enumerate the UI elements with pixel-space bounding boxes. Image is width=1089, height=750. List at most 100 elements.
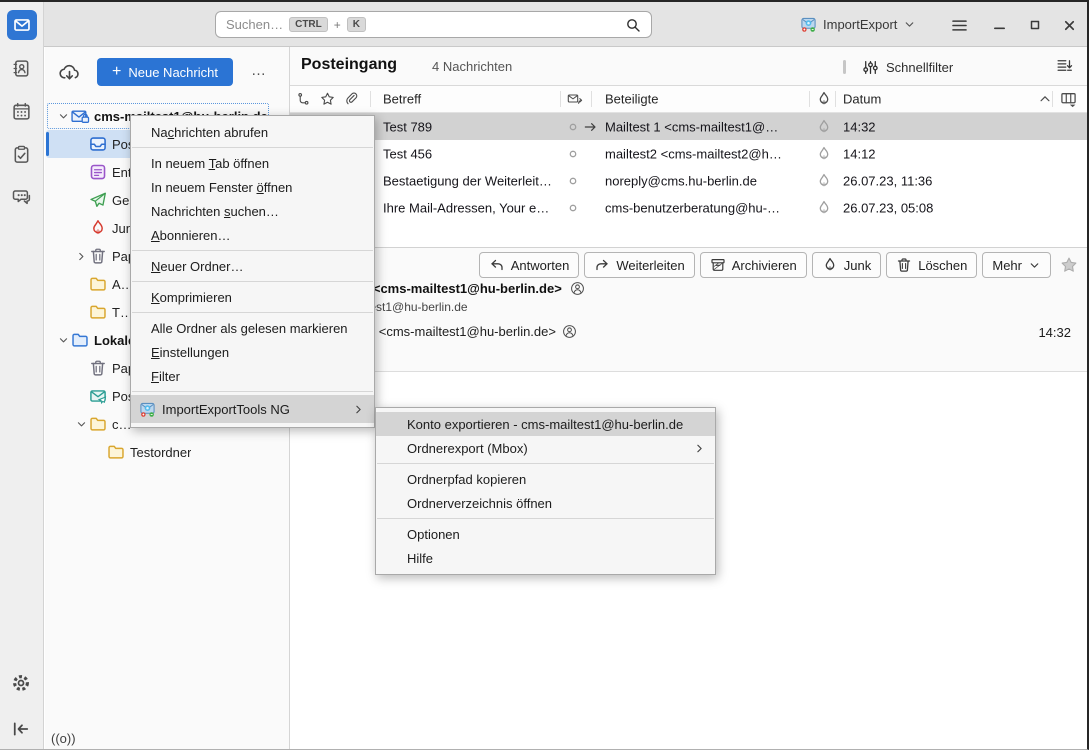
sent-icon bbox=[89, 191, 108, 209]
message-subject: Ihre Mail-Adressen, Your e… bbox=[383, 200, 549, 215]
folder-pane-options-button[interactable]: … bbox=[245, 59, 273, 81]
junkgrey-icon bbox=[822, 257, 838, 273]
column-header-date[interactable]: Datum bbox=[843, 92, 881, 107]
menu-item-label: In neuem Tab öffnen bbox=[151, 156, 269, 171]
star-column-icon[interactable] bbox=[320, 92, 335, 107]
message-row-test-456[interactable]: Test 456mailtest2 <cms-mailtest2@h…14:12 bbox=[290, 140, 1087, 167]
message-pane: AntwortenWeiterleitenArchivieren Junk Lösc… bbox=[290, 247, 1087, 372]
menu-item-importexporttools-ng[interactable]: ImportExportTools NG bbox=[131, 395, 374, 423]
space-calendar[interactable] bbox=[7, 96, 37, 126]
column-picker-icon[interactable] bbox=[1060, 91, 1077, 108]
message-list-display-options-icon[interactable] bbox=[1056, 57, 1073, 74]
window-close-button[interactable] bbox=[1058, 14, 1080, 36]
action-löschen[interactable]: Löschen bbox=[886, 252, 977, 278]
thread-column-icon[interactable] bbox=[296, 92, 311, 107]
action-label: Junk bbox=[844, 258, 871, 273]
titlebar: Suchen… CTRL + K ImportExport bbox=[0, 2, 1087, 47]
window-minimize-button[interactable] bbox=[988, 14, 1010, 36]
importexport-icon bbox=[800, 16, 817, 33]
menu-item-ordnerexport-mbox[interactable]: Ordnerexport (Mbox) bbox=[376, 436, 715, 460]
menu-item-filter[interactable]: Filter bbox=[131, 364, 374, 388]
message-correspondent: Mailtest 1 <cms-mailtest1@… bbox=[605, 119, 778, 134]
menu-item-in-neuem-tab-öffnen[interactable]: In neuem Tab öffnen bbox=[131, 151, 374, 175]
menu-item-konto-exportieren-cms-mailtest1-hu-berlin-de[interactable]: Konto exportieren - cms-mailtest1@hu-ber… bbox=[376, 412, 715, 436]
space-settings[interactable] bbox=[11, 673, 31, 693]
message-action-bar: AntwortenWeiterleitenArchivieren Junk Lösc… bbox=[479, 252, 1051, 278]
app-menu-button[interactable] bbox=[948, 14, 970, 36]
junk-toggle-icon[interactable] bbox=[816, 173, 832, 189]
menu-item-alle-ordner-als-gelesen-markieren[interactable]: Alle Ordner als gelesen markieren bbox=[131, 316, 374, 340]
status-indicator: ((o)) bbox=[51, 731, 76, 746]
toolbar-separator bbox=[843, 60, 846, 74]
message-correspondent: noreply@cms.hu-berlin.de bbox=[605, 173, 757, 188]
column-header-correspondents[interactable]: Beteiligte bbox=[605, 92, 658, 107]
global-search-input[interactable]: Suchen… CTRL + K bbox=[215, 11, 652, 38]
space-collapse-spaces[interactable] bbox=[11, 719, 31, 739]
menu-item-nachrichten-abrufen[interactable]: Nachrichten abrufen bbox=[131, 120, 374, 144]
menu-item-hilfe[interactable]: Hilfe bbox=[376, 546, 715, 570]
menu-separator bbox=[377, 463, 714, 464]
draft-icon bbox=[89, 163, 108, 181]
menu-item-in-neuem-fenster-öffnen[interactable]: In neuem Fenster öffnen bbox=[131, 175, 374, 199]
chevron-down-icon[interactable] bbox=[56, 111, 71, 122]
space-chat[interactable] bbox=[7, 182, 37, 212]
menu-item-label: Optionen bbox=[407, 527, 460, 542]
space-tasks[interactable] bbox=[7, 139, 37, 169]
message-date: 14:12 bbox=[843, 146, 876, 161]
message-subject: Test 789 bbox=[383, 119, 432, 134]
menu-item-ordnerpfad-kopieren[interactable]: Ordnerpfad kopieren bbox=[376, 467, 715, 491]
itng-icon bbox=[139, 401, 156, 418]
folder-testordner[interactable]: Testordner bbox=[46, 438, 270, 466]
junk-toggle-icon[interactable] bbox=[816, 119, 832, 135]
new-message-button[interactable]: + Neue Nachricht bbox=[97, 58, 233, 86]
message-row-bestaetigung-der-weiterleit[interactable]: Bestaetigung der Weiterleit…noreply@cms.… bbox=[290, 167, 1087, 194]
get-messages-icon[interactable] bbox=[58, 62, 81, 82]
space-mail[interactable] bbox=[7, 10, 37, 40]
avatar-icon bbox=[570, 281, 585, 296]
menu-item-label: Nachrichten abrufen bbox=[151, 125, 268, 140]
importexport-toolbar-button[interactable]: ImportExport bbox=[800, 12, 916, 37]
junk-toggle-icon[interactable] bbox=[816, 146, 832, 162]
menu-item-neuer-ordner[interactable]: Neuer Ordner… bbox=[131, 254, 374, 278]
action-junk[interactable]: Junk bbox=[812, 252, 881, 278]
chevron-down-icon[interactable] bbox=[56, 335, 71, 346]
junk-toggle-icon[interactable] bbox=[816, 200, 832, 216]
chevron-right-icon[interactable] bbox=[74, 251, 89, 262]
message-status-column-icon[interactable] bbox=[567, 91, 583, 107]
action-antworten[interactable]: Antworten bbox=[479, 252, 580, 278]
action-mehr[interactable]: Mehr bbox=[982, 252, 1051, 278]
menu-item-ordnerverzeichnis-öffnen[interactable]: Ordnerverzeichnis öffnen bbox=[376, 491, 715, 515]
dot-icon bbox=[566, 201, 580, 215]
tasks-icon bbox=[12, 145, 31, 164]
sort-ascending-icon bbox=[1038, 92, 1052, 106]
junk-column-icon[interactable] bbox=[816, 91, 832, 107]
quickfilter-button[interactable]: Schnellfilter bbox=[862, 55, 953, 79]
menu-item-abonnieren[interactable]: Abonnieren… bbox=[131, 223, 374, 247]
menu-item-optionen[interactable]: Optionen bbox=[376, 522, 715, 546]
menu-item-komprimieren[interactable]: Komprimieren bbox=[131, 285, 374, 309]
menu-item-label: Abonnieren… bbox=[151, 228, 231, 243]
importexporttools-submenu: Konto exportieren - cms-mailtest1@hu-ber… bbox=[375, 407, 716, 575]
chevron-down-icon[interactable] bbox=[74, 419, 89, 430]
reply-icon bbox=[489, 257, 505, 273]
window-maximize-button[interactable] bbox=[1024, 14, 1046, 36]
plus-icon: + bbox=[112, 64, 121, 80]
menu-item-label: Neuer Ordner… bbox=[151, 259, 243, 274]
hamburger-icon bbox=[950, 16, 969, 35]
mail-icon bbox=[13, 16, 31, 34]
message-row-ihre-mail-adressen-your-e[interactable]: Ihre Mail-Adressen, Your e…cms-benutzerb… bbox=[290, 194, 1087, 221]
message-row-test-789[interactable]: Test 789Mailtest 1 <cms-mailtest1@…14:32 bbox=[290, 113, 1087, 140]
menu-item-nachrichten-suchen[interactable]: Nachrichten suchen… bbox=[131, 199, 374, 223]
folder-icon bbox=[89, 415, 108, 433]
menu-separator bbox=[132, 147, 373, 148]
action-archivieren[interactable]: Archivieren bbox=[700, 252, 807, 278]
star-message-icon[interactable] bbox=[1060, 256, 1078, 274]
menu-item-einstellungen[interactable]: Einstellungen bbox=[131, 340, 374, 364]
menu-item-label: In neuem Fenster öffnen bbox=[151, 180, 292, 195]
action-weiterleiten[interactable]: Weiterleiten bbox=[584, 252, 694, 278]
attachment-column-icon[interactable] bbox=[344, 92, 359, 107]
menu-item-label: Alle Ordner als gelesen markieren bbox=[151, 321, 348, 336]
column-header-subject[interactable]: Betreff bbox=[383, 92, 421, 107]
space-addressbook[interactable] bbox=[7, 53, 37, 83]
menu-separator bbox=[377, 518, 714, 519]
